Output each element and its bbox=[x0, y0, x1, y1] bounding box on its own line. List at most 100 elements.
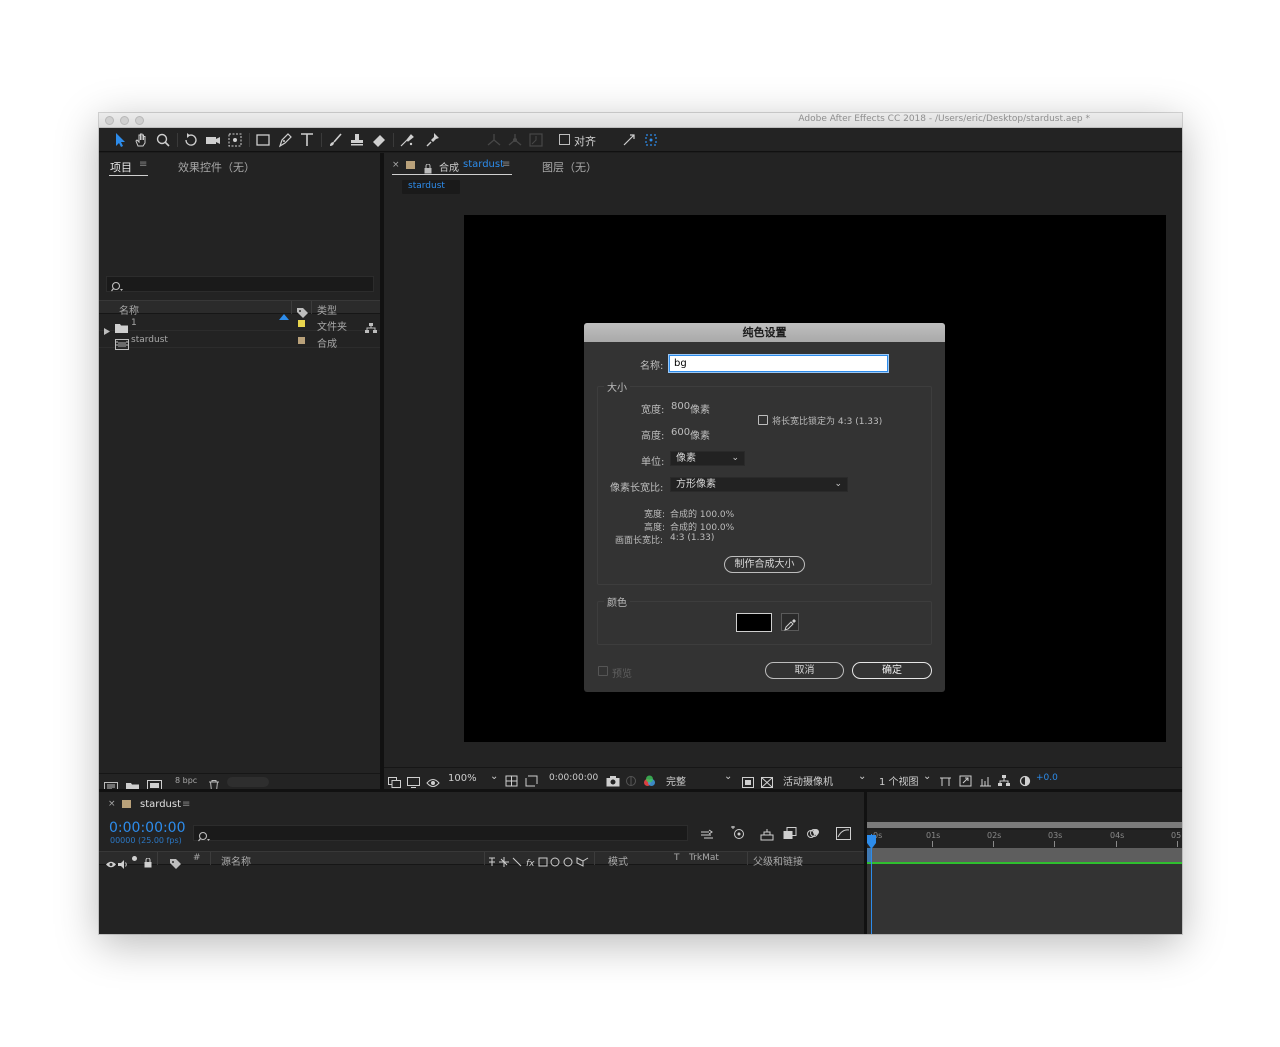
column-preserve-transparency[interactable]: T bbox=[674, 853, 680, 863]
preview-checkbox[interactable] bbox=[598, 666, 608, 676]
label-color-swatch[interactable] bbox=[298, 320, 305, 327]
always-preview-icon[interactable] bbox=[388, 773, 401, 792]
graph-editor-icon[interactable] bbox=[836, 825, 851, 844]
solo-icon[interactable] bbox=[132, 856, 137, 861]
width-value[interactable]: 800 bbox=[671, 401, 690, 412]
chevron-down-icon[interactable]: ⌄ bbox=[724, 771, 732, 782]
comp-tab-prefix[interactable]: 合成 bbox=[439, 159, 459, 174]
cancel-button[interactable]: 取消 bbox=[765, 662, 844, 679]
clone-stamp-tool-icon[interactable] bbox=[348, 131, 366, 149]
selection-tool-icon[interactable] bbox=[111, 131, 129, 149]
exposure-value[interactable]: +0.0 bbox=[1036, 773, 1058, 783]
draft-3d-icon[interactable] bbox=[730, 825, 745, 844]
timeline-icon[interactable] bbox=[979, 772, 992, 791]
comp-flowchart-icon[interactable] bbox=[998, 772, 1010, 791]
project-item-row[interactable]: 1 文件夹 bbox=[99, 315, 380, 335]
column-number[interactable]: # bbox=[193, 853, 201, 863]
zoom-window-button[interactable] bbox=[135, 116, 144, 125]
units-select[interactable]: 像素 ⌄ bbox=[670, 451, 745, 466]
monitor-icon[interactable] bbox=[407, 773, 420, 792]
camera-tool-icon[interactable] bbox=[204, 131, 222, 149]
chevron-down-icon[interactable]: ⌄ bbox=[923, 771, 931, 782]
ok-button[interactable]: 确定 bbox=[852, 662, 932, 679]
work-area-start-handle[interactable] bbox=[867, 848, 872, 862]
layer-tracks[interactable] bbox=[867, 864, 1182, 934]
chevron-down-icon[interactable]: ⌄ bbox=[490, 771, 498, 782]
thumbnail-scroll[interactable] bbox=[227, 777, 269, 787]
tab-layer[interactable]: 图层（无） bbox=[542, 159, 597, 175]
lock-icon[interactable] bbox=[424, 159, 432, 178]
close-tab-icon[interactable]: × bbox=[392, 160, 400, 170]
timeline-graph-area[interactable]: 0s 01s 02s 03s 04s 05 bbox=[867, 822, 1182, 934]
zoom-tool-icon[interactable] bbox=[154, 131, 172, 149]
motion-blur-icon[interactable] bbox=[806, 825, 820, 844]
comp-menu-icon[interactable]: ≡ bbox=[502, 159, 510, 170]
eraser-tool-icon[interactable] bbox=[370, 131, 388, 149]
column-mode[interactable]: 模式 bbox=[608, 853, 628, 868]
close-tab-icon[interactable]: × bbox=[108, 799, 116, 809]
rotate-tool-icon[interactable] bbox=[182, 131, 200, 149]
frame-blending-icon[interactable] bbox=[783, 825, 797, 844]
comp-tab-name[interactable]: stardust bbox=[463, 159, 504, 170]
snap-features-icon[interactable] bbox=[642, 131, 660, 149]
tab-effect-controls[interactable]: 效果控件（无） bbox=[178, 159, 255, 175]
pen-tool-icon[interactable] bbox=[276, 131, 294, 149]
layer-switches-icons[interactable]: fx bbox=[487, 853, 591, 872]
roto-brush-tool-icon[interactable] bbox=[398, 131, 416, 149]
lock-icon[interactable] bbox=[144, 853, 152, 872]
current-time-display[interactable]: 0:00:00:00 bbox=[109, 820, 186, 836]
timeline-comp-tab[interactable]: stardust bbox=[140, 799, 181, 810]
name-input[interactable] bbox=[669, 355, 888, 372]
time-ruler[interactable]: 0s 01s 02s 03s 04s 05 bbox=[867, 830, 1182, 848]
lock-aspect-checkbox[interactable] bbox=[758, 415, 768, 425]
rectangle-tool-icon[interactable] bbox=[254, 131, 272, 149]
brush-tool-icon[interactable] bbox=[326, 131, 344, 149]
snap-edges-icon[interactable] bbox=[620, 131, 638, 149]
fast-preview-icon[interactable] bbox=[959, 772, 972, 791]
close-window-button[interactable] bbox=[105, 116, 114, 125]
column-track-matte[interactable]: TrkMat bbox=[689, 853, 719, 863]
zoom-value[interactable]: 100% bbox=[448, 773, 477, 784]
resolution-grid-icon[interactable] bbox=[505, 772, 518, 791]
region-of-interest-icon[interactable] bbox=[525, 772, 538, 791]
work-area-track[interactable] bbox=[867, 848, 1182, 862]
chevron-down-icon[interactable]: ⌄ bbox=[858, 771, 866, 782]
eye-icon[interactable] bbox=[106, 854, 116, 873]
minimize-window-button[interactable] bbox=[120, 116, 129, 125]
make-comp-size-button[interactable]: 制作合成大小 bbox=[724, 556, 805, 573]
project-menu-icon[interactable]: ≡ bbox=[139, 159, 147, 170]
timeline-search-input[interactable] bbox=[193, 825, 688, 842]
pan-behind-tool-icon[interactable] bbox=[226, 131, 244, 149]
speaker-icon[interactable] bbox=[118, 854, 127, 873]
label-color-swatch[interactable] bbox=[298, 337, 305, 344]
snap-checkbox[interactable] bbox=[559, 134, 570, 145]
time-navigator-bar[interactable] bbox=[867, 822, 1182, 828]
project-item-row[interactable]: stardust 合成 bbox=[99, 332, 380, 350]
toggle-pixel-aspect-icon[interactable] bbox=[939, 772, 952, 791]
reset-exposure-icon[interactable] bbox=[1019, 772, 1031, 791]
transparency-grid-icon[interactable] bbox=[761, 773, 773, 792]
color-swatch[interactable] bbox=[736, 613, 772, 632]
project-search-input[interactable] bbox=[106, 276, 374, 292]
resolution-select[interactable]: 完整 bbox=[666, 773, 686, 788]
column-parent[interactable]: 父级和链接 bbox=[753, 853, 803, 868]
mask-view-icon[interactable] bbox=[426, 773, 440, 792]
show-snapshot-icon[interactable] bbox=[625, 772, 637, 791]
comp-mini-flowchart-icon[interactable] bbox=[701, 826, 715, 845]
column-source-name[interactable]: 源名称 bbox=[221, 853, 251, 868]
timeline-menu-icon[interactable]: ≡ bbox=[182, 799, 190, 810]
puppet-pin-tool-icon[interactable] bbox=[424, 131, 442, 149]
camera-view-select[interactable]: 活动摄像机 bbox=[783, 773, 833, 788]
view-layout-select[interactable]: 1 个视图 bbox=[879, 773, 919, 788]
pixel-aspect-select[interactable]: 方形像素 ⌄ bbox=[670, 477, 848, 492]
shy-layers-icon[interactable] bbox=[760, 826, 774, 845]
tab-project[interactable]: 项目 bbox=[110, 159, 132, 175]
snapshot-camera-icon[interactable] bbox=[606, 772, 620, 791]
height-value[interactable]: 600 bbox=[671, 427, 690, 438]
fast-previews-icon[interactable] bbox=[742, 773, 754, 792]
comp-breadcrumb[interactable]: stardust bbox=[402, 180, 460, 194]
channel-rgb-icon[interactable] bbox=[643, 772, 656, 791]
viewer-timecode[interactable]: 0:00:00:00 bbox=[549, 773, 598, 783]
type-tool-icon[interactable] bbox=[298, 131, 316, 149]
label-tag-icon[interactable] bbox=[170, 854, 181, 873]
